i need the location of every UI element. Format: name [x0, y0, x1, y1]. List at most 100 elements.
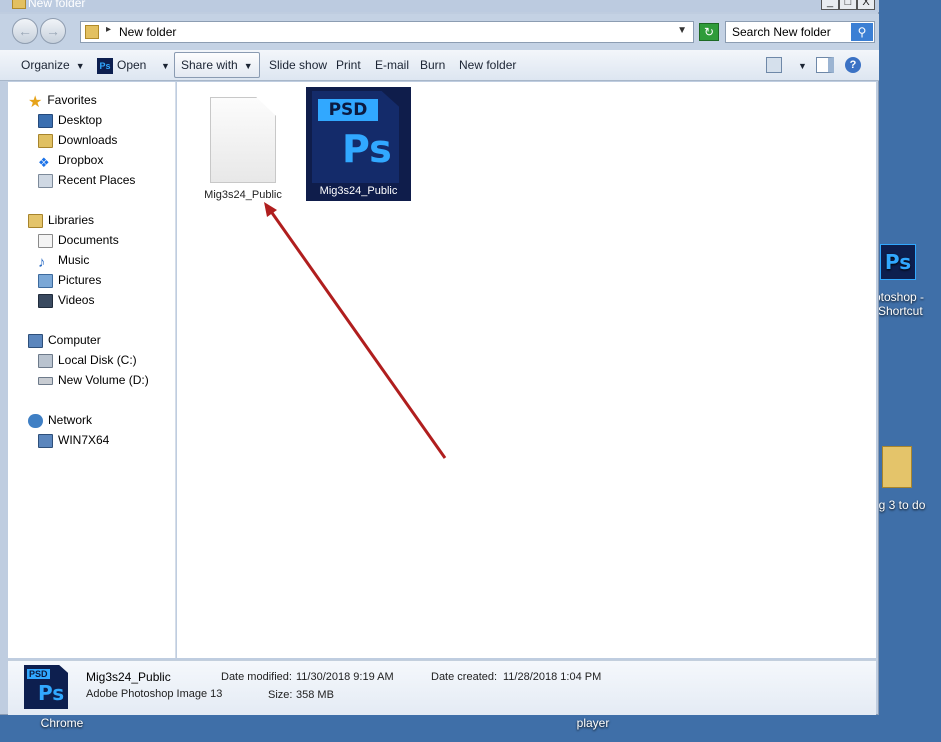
nav-label: Downloads: [58, 133, 118, 147]
minimize-button[interactable]: _: [821, 0, 839, 10]
command-bar: Organize ▼ Ps Open ▼ Share with ▼ Slide sho…: [0, 50, 879, 81]
desktop-folder-mig3[interactable]: ig 3 to do: [876, 446, 941, 512]
window-title: New folder: [28, 0, 86, 10]
detail-modified-value: 11/30/2018 9:19 AM: [296, 671, 394, 683]
print-button[interactable]: Print: [336, 50, 361, 80]
nav-label: Computer: [48, 333, 101, 347]
file-tile-blank[interactable]: Mig3s24_Public: [198, 87, 288, 207]
nav-pictures[interactable]: Pictures: [38, 271, 101, 289]
email-button[interactable]: E-mail: [375, 50, 409, 80]
share-with-button[interactable]: Share with ▼: [174, 52, 260, 78]
nav-label: Network: [48, 413, 93, 427]
organize-label: Organize: [21, 58, 70, 72]
desktop-photoshop-shortcut[interactable]: Ps otoshop - Shortcut: [874, 244, 941, 318]
nav-label: Documents: [58, 233, 119, 247]
psd-file-icon: PSD Ps: [24, 665, 68, 709]
nav-libraries[interactable]: Libraries: [28, 211, 94, 229]
search-input[interactable]: [726, 22, 848, 42]
window-controls: _ □ X: [821, 0, 875, 10]
nav-win7x64[interactable]: WIN7X64: [38, 431, 109, 449]
drive-icon: [38, 376, 53, 385]
folder-icon: [12, 0, 26, 9]
chevron-down-icon[interactable]: ▼: [677, 25, 687, 36]
view-dropdown[interactable]: ▼: [792, 50, 807, 80]
open-button[interactable]: Ps Open: [97, 50, 146, 80]
nav-dropbox[interactable]: ❖ Dropbox: [38, 151, 104, 170]
detail-file-name: Mig3s24_Public: [86, 670, 171, 684]
detail-size-value: 358 MB: [296, 689, 334, 701]
organize-button[interactable]: Organize ▼: [21, 50, 85, 80]
dropbox-icon: ❖: [38, 154, 50, 170]
computer-icon: [38, 433, 53, 448]
pictures-icon: [38, 273, 53, 288]
new-folder-button[interactable]: New folder: [459, 50, 516, 80]
maximize-button[interactable]: □: [839, 0, 857, 10]
arrow-shaft: [268, 209, 447, 459]
open-with-dropdown[interactable]: ▼: [155, 50, 170, 80]
libraries-icon: [28, 213, 43, 228]
nav-computer[interactable]: Computer: [28, 331, 101, 349]
nav-label: Recent Places: [58, 173, 136, 187]
breadcrumb[interactable]: New folder: [119, 25, 176, 39]
file-list[interactable]: Mig3s24_Public PSD Ps Mig3s24_Public: [177, 82, 876, 658]
desktop-player[interactable]: player: [566, 716, 620, 730]
details-pane: PSD Ps Mig3s24_Public Adobe Photoshop Im…: [8, 660, 876, 715]
computer-icon: [28, 333, 43, 348]
nav-label: Videos: [58, 293, 95, 307]
network-icon: [28, 413, 43, 428]
nav-videos[interactable]: Videos: [38, 291, 94, 309]
ps-letters: Ps: [38, 681, 65, 705]
title-bar[interactable]: New folder _ □ X: [0, 0, 879, 12]
forward-button[interactable]: →: [40, 18, 66, 44]
slide-show-button[interactable]: Slide show: [269, 50, 327, 80]
nav-new-volume[interactable]: New Volume (D:): [38, 371, 149, 389]
ps-letters: Ps: [342, 127, 392, 171]
preview-pane-icon[interactable]: [816, 57, 834, 73]
nav-documents[interactable]: Documents: [38, 231, 119, 249]
refresh-button[interactable]: ↻: [699, 23, 719, 41]
photoshop-icon: Ps: [880, 244, 916, 280]
folder-icon: [85, 25, 99, 39]
chevron-down-icon: ▼: [75, 61, 85, 71]
address-bar[interactable]: ▸ New folder ▼: [80, 21, 694, 43]
share-with-label: Share with: [181, 58, 238, 72]
explorer-window: New folder _ □ X ← → ▸ New folder ▼ ↻ ⚲ …: [0, 0, 879, 715]
nav-recent-places[interactable]: Recent Places: [38, 171, 135, 189]
search-icon[interactable]: ⚲: [851, 23, 873, 41]
nav-music[interactable]: ♪ Music: [38, 251, 90, 271]
nav-label: WIN7X64: [58, 433, 110, 447]
back-button[interactable]: ←: [12, 18, 38, 44]
photoshop-icon: Ps: [97, 57, 113, 74]
desktop-photoshop-label-1: otoshop -: [874, 290, 925, 304]
search-box: ⚲: [725, 21, 875, 43]
nav-label: Music: [58, 253, 90, 267]
downloads-icon: [38, 133, 53, 148]
folder-icon: [882, 446, 912, 488]
nav-desktop[interactable]: Desktop: [38, 111, 102, 129]
close-button[interactable]: X: [857, 0, 875, 10]
nav-network[interactable]: Network: [28, 411, 92, 429]
desktop-chrome[interactable]: Chrome: [30, 716, 94, 730]
breadcrumb-chevron-icon[interactable]: ▸: [106, 24, 111, 35]
documents-icon: [38, 233, 53, 248]
chevron-down-icon: ▼: [798, 61, 807, 71]
detail-created-value: 11/28/2018 1:04 PM: [503, 671, 602, 683]
local-disk-icon: [38, 353, 53, 368]
chevron-down-icon: ▼: [161, 61, 170, 71]
burn-button[interactable]: Burn: [420, 50, 445, 80]
desktop-icon: [38, 113, 53, 128]
nav-label: Pictures: [58, 273, 102, 287]
help-icon[interactable]: ?: [845, 57, 861, 73]
nav-label: Dropbox: [58, 153, 104, 167]
view-options-icon[interactable]: [766, 57, 782, 73]
nav-local-disk[interactable]: Local Disk (C:): [38, 351, 137, 369]
nav-favorites[interactable]: ★ Favorites: [28, 91, 97, 111]
psd-tag: PSD: [27, 669, 50, 679]
nav-downloads[interactable]: Downloads: [38, 131, 117, 149]
desktop-player-label: player: [576, 716, 610, 730]
file-tile-psd[interactable]: PSD Ps Mig3s24_Public: [306, 87, 411, 201]
nav-label: Local Disk (C:): [58, 353, 137, 367]
navigation-pane: ★ Favorites Desktop Downloads ❖ Dropbox Re…: [8, 82, 176, 658]
desktop-folder-label: ig 3 to do: [876, 498, 926, 512]
detail-created-label: Date created:: [431, 671, 498, 683]
